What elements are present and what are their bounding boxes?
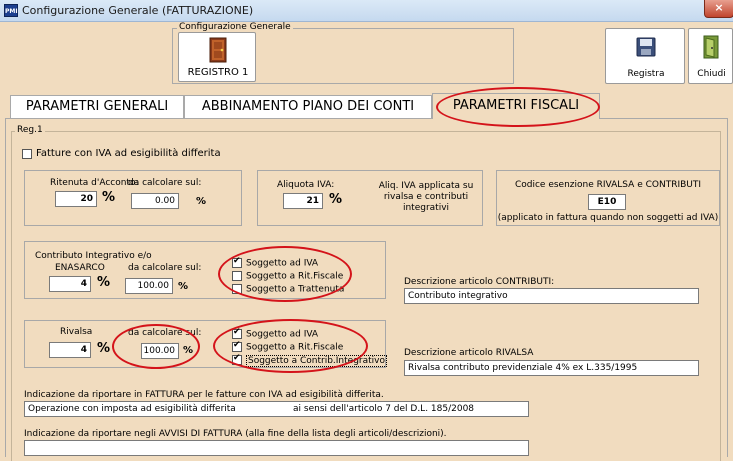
ritenuta-calc-input[interactable]: 0.00: [131, 193, 179, 209]
registra-button[interactable]: Registra: [605, 28, 685, 84]
contributi-desc-input[interactable]: Contributo integrativo: [404, 288, 699, 304]
rivalsa-pct: %: [97, 341, 111, 356]
header-area: Configurazione Generale REGISTRO 1 Regis…: [0, 22, 733, 90]
ritenuta-pct: %: [102, 190, 116, 205]
contributo-calc-input[interactable]: 100.00: [125, 278, 173, 294]
rivalsa-ritfiscale-checkbox[interactable]: [232, 340, 242, 352]
exit-door-icon: [703, 35, 719, 59]
contributo-pct: %: [97, 275, 111, 290]
rivalsa-input[interactable]: 4: [49, 342, 91, 358]
aliquota-box: Aliquota IVA: 21 % Aliq. IVA applicata s…: [257, 170, 483, 226]
rivalsa-contrib-checkbox[interactable]: [232, 353, 242, 365]
contributo-check-iva[interactable]: Soggetto ad IVA: [232, 256, 319, 269]
avvisi-note-input[interactable]: [24, 440, 529, 456]
chiudi-label: Chiudi: [697, 69, 726, 79]
rivalsa-check-iva[interactable]: Soggetto ad IVA: [232, 327, 319, 340]
contributo-label-1: Contributo Integrativo e/o: [35, 251, 152, 261]
parametri-fiscali-panel: Reg.1 Fatture con IVA ad esigibilità dif…: [5, 118, 728, 461]
contributo-trattenuta-checkbox[interactable]: [232, 284, 242, 294]
contributo-calc-pct: %: [178, 281, 189, 292]
esenzione-input[interactable]: E10: [588, 194, 626, 210]
rivalsa-iva-checkbox[interactable]: [232, 327, 242, 339]
rivalsa-box: Rivalsa da calcolare sul: 4 % 100.00 % S…: [24, 320, 387, 368]
iva-differita-checkbox[interactable]: [22, 148, 32, 159]
rivalsa-calc-pct: %: [183, 345, 194, 356]
esenzione-label: Codice esenzione RIVALSA e CONTRIBUTI: [514, 180, 702, 190]
contributo-ritfiscale-label: Soggetto a Rit.Fiscale: [246, 271, 344, 282]
rivalsa-desc-input[interactable]: Rivalsa contributo previdenziale 4% ex L…: [404, 360, 699, 376]
chiudi-button[interactable]: Chiudi: [688, 28, 733, 84]
ritenuta-calc-pct: %: [196, 196, 207, 207]
contributo-check-ritfiscale[interactable]: Soggetto a Rit.Fiscale: [232, 271, 343, 282]
contributo-trattenuta-label: Soggetto a Trattenuta: [246, 284, 345, 295]
registro-button[interactable]: REGISTRO 1: [178, 32, 256, 82]
ritenuta-calc-label: da calcolare sul:: [128, 178, 202, 188]
rivalsa-calc-input[interactable]: 100.00: [141, 343, 179, 359]
reg-label: Reg.1: [15, 125, 45, 135]
tab-parametri-generali[interactable]: PARAMETRI GENERALI: [10, 95, 184, 118]
rivalsa-check-ritfiscale[interactable]: Soggetto a Rit.Fiscale: [232, 340, 344, 353]
iva-differita-label: Fatture con IVA ad esigibilità differita: [36, 148, 221, 159]
contributo-ritfiscale-checkbox[interactable]: [232, 271, 242, 281]
save-icon: [636, 37, 656, 57]
contributo-input[interactable]: 4: [49, 276, 91, 292]
contributi-desc-label: Descrizione articolo CONTRIBUTI:: [404, 277, 555, 287]
ritenuta-box: Ritenuta d'Acconto: da calcolare sul: 20…: [24, 170, 242, 226]
registra-label: Registra: [627, 69, 665, 79]
rivalsa-iva-label: Soggetto ad IVA: [246, 329, 319, 340]
window-title: Configurazione Generale (FATTURAZIONE): [22, 4, 254, 17]
ritenuta-label: Ritenuta d'Acconto:: [50, 178, 139, 188]
esenzione-box: Codice esenzione RIVALSA e CONTRIBUTI E1…: [496, 170, 720, 226]
contributo-check-trattenuta[interactable]: Soggetto a Trattenuta: [232, 284, 344, 295]
ritenuta-input[interactable]: 20: [55, 191, 97, 207]
contributo-calc-label: da calcolare sul:: [128, 263, 202, 273]
tab-parametri-fiscali[interactable]: PARAMETRI FISCALI: [432, 93, 600, 119]
contributo-iva-checkbox[interactable]: [232, 256, 242, 268]
rivalsa-ritfiscale-label: Soggetto a Rit.Fiscale: [246, 342, 344, 353]
aliquota-pct: %: [329, 192, 343, 207]
aliquota-input[interactable]: 21: [283, 193, 323, 209]
window-close-button[interactable]: ×: [704, 0, 733, 18]
rivalsa-label: Rivalsa: [60, 327, 93, 337]
contributo-iva-label: Soggetto ad IVA: [246, 258, 319, 269]
rivalsa-desc-label: Descrizione articolo RIVALSA: [404, 348, 534, 358]
title-bar: PMI Configurazione Generale (FATTURAZION…: [0, 0, 733, 22]
contributo-box: Contributo Integrativo e/o ENASARCO da c…: [24, 241, 386, 299]
app-logo-icon: PMI: [4, 4, 18, 17]
contributo-label-2: ENASARCO: [55, 263, 105, 273]
iva-differita-row[interactable]: Fatture con IVA ad esigibilità differita: [22, 148, 221, 159]
rivalsa-contrib-label: Soggetto a Contrib.Integrativo: [246, 354, 387, 367]
aliquota-label: Aliquota IVA:: [277, 180, 335, 190]
fattura-note-label: Indicazione da riportare in FATTURA per …: [24, 390, 384, 400]
door-icon: [209, 37, 227, 63]
avvisi-note-label: Indicazione da riportare negli AVVISI DI…: [24, 429, 447, 439]
tab-abbinamento-piano-conti[interactable]: ABBINAMENTO PIANO DEI CONTI: [184, 95, 432, 118]
config-group-label: Configurazione Generale: [177, 22, 293, 32]
rivalsa-check-contrib[interactable]: Soggetto a Contrib.Integrativo: [232, 353, 387, 367]
rivalsa-calc-label: da calcolare sul:: [128, 328, 202, 338]
esenzione-note: (applicato in fattura quando non soggett…: [497, 213, 719, 223]
registro-label: REGISTRO 1: [187, 67, 249, 78]
aliquota-note: Aliq. IVA applicata su rivalsa e contrib…: [378, 181, 474, 213]
fattura-note-input[interactable]: Operazione con imposta ad esigibilità di…: [24, 401, 529, 417]
